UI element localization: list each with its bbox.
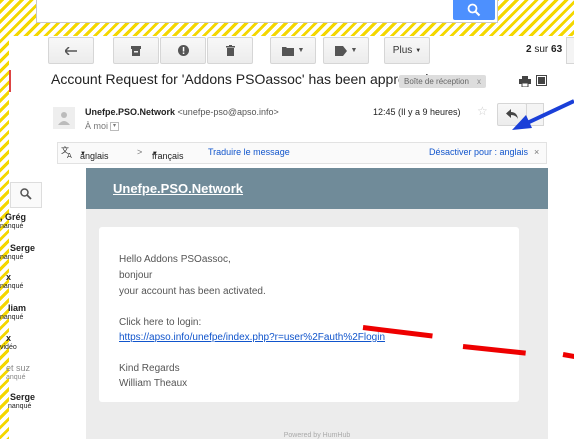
message-card: Hello Addons PSOassoc, bonjour your acco…	[99, 227, 519, 402]
back-arrow-icon	[65, 46, 77, 55]
more-reply-options-button[interactable]	[526, 103, 544, 126]
body-line: bonjour	[119, 270, 153, 281]
previous-page-button[interactable]	[566, 37, 574, 64]
annotation-red-dash	[562, 352, 574, 360]
sender-name[interactable]: Unefpe.PSO.Network	[85, 107, 175, 117]
contact-item[interactable]: x nanqué	[0, 272, 44, 291]
contact-item[interactable]: Serge nanqué	[0, 392, 44, 411]
contact-name: x	[6, 272, 12, 282]
contact-item[interactable]: Serge nanqué	[0, 243, 44, 262]
sender-avatar	[53, 107, 75, 129]
contact-item[interactable]: et suz anqué	[0, 363, 44, 382]
back-button[interactable]	[48, 37, 94, 64]
search-button[interactable]	[453, 0, 495, 20]
contact-status: nanqué	[0, 254, 24, 261]
disable-translation-link[interactable]: Désactiver pour : anglais	[429, 147, 528, 157]
contact-item[interactable]: liam nanqué	[0, 303, 44, 322]
reply-button[interactable]	[497, 103, 527, 126]
contact-status: nanqué	[0, 223, 24, 230]
recipient-line: À moi ▾	[85, 121, 120, 132]
login-link[interactable]: https://apso.info/unefpe/index.php?r=use…	[119, 332, 385, 343]
page-total: 63	[551, 44, 563, 55]
mail-header-banner: Unefpe.PSO.Network	[86, 168, 548, 209]
language-arrow: >	[137, 147, 143, 157]
contact-name: Serge	[10, 243, 36, 253]
contact-name: x	[6, 333, 12, 343]
page-separator: sur	[534, 44, 549, 55]
new-window-icon[interactable]	[536, 75, 547, 86]
chevron-down-icon: ▼	[415, 47, 422, 54]
svg-text:A: A	[67, 152, 72, 159]
contact-name: , Grég	[0, 212, 27, 222]
more-actions-button[interactable]: Plus ▼	[384, 37, 430, 64]
recipient-text: À moi	[85, 121, 109, 131]
report-spam-button[interactable]	[160, 37, 206, 64]
labels-button[interactable]: ▼	[323, 37, 369, 64]
sidebar-active-marker	[9, 70, 11, 92]
network-title-link[interactable]: Unefpe.PSO.Network	[113, 181, 243, 196]
move-to-button[interactable]: ▼	[270, 37, 316, 64]
search-icon	[467, 3, 481, 17]
contact-name: et suz	[6, 363, 31, 373]
signature-text: William Theaux	[119, 378, 188, 389]
contacts-search-button[interactable]	[10, 182, 42, 208]
inbox-label-chip[interactable]: Boîte de réception x	[399, 75, 486, 88]
contact-status: nanqué	[0, 283, 24, 290]
powered-by-footer: Powered by HumHub	[283, 432, 351, 439]
contact-item[interactable]: , Grég nanqué	[0, 212, 44, 231]
translate-icon: 文A	[61, 145, 75, 161]
sender-email: <unefpe-pso@apso.info>	[177, 107, 279, 117]
email-timestamp: 12:45 (Il y a 9 heures)	[373, 107, 461, 117]
contact-name: Serge	[10, 392, 36, 402]
regards-text: Kind Regards	[119, 363, 180, 374]
contact-status: vidéo	[0, 344, 17, 351]
translate-message-link[interactable]: Traduire le message	[208, 147, 290, 157]
trash-icon	[225, 45, 235, 56]
page-current: 2	[526, 44, 532, 55]
chevron-down-icon: ▼	[350, 47, 358, 54]
label-icon	[334, 45, 347, 56]
contact-status: nanqué	[8, 403, 32, 410]
remove-label-button[interactable]: x	[477, 77, 481, 86]
label-chip-text: Boîte de réception	[404, 77, 469, 86]
reply-icon	[506, 109, 518, 119]
folder-icon	[281, 46, 294, 56]
contact-status: nanqué	[0, 314, 24, 321]
archive-icon	[131, 45, 141, 56]
contact-status: anqué	[6, 374, 26, 381]
translate-bar: 文A anglais ▼ > français ▼ Traduire le me…	[57, 142, 547, 164]
search-icon	[20, 188, 32, 200]
spam-icon	[177, 45, 189, 56]
pagination-info: 2 sur 63	[526, 44, 562, 55]
chevron-down-icon: ▼	[152, 151, 158, 157]
print-icon[interactable]	[519, 76, 531, 87]
email-subject: Account Request for 'Addons PSOassoc' ha…	[51, 71, 433, 87]
recipient-details-toggle[interactable]: ▾	[110, 122, 120, 132]
person-icon	[58, 112, 70, 125]
contact-item[interactable]: x vidéo	[0, 333, 44, 352]
close-translate-bar[interactable]: ×	[534, 147, 539, 157]
sender-line: Unefpe.PSO.Network <unefpe-pso@apso.info…	[85, 107, 279, 117]
chevron-down-icon: ▼	[297, 47, 305, 54]
more-actions-label: Plus	[392, 45, 413, 56]
email-body: Unefpe.PSO.Network Hello Addons PSOassoc…	[86, 168, 548, 439]
search-input[interactable]	[36, 0, 498, 23]
contact-name: liam	[8, 303, 27, 313]
greeting-text: Hello Addons PSOassoc,	[119, 254, 231, 265]
login-prompt: Click here to login:	[119, 317, 202, 328]
body-line: your account has been activated.	[119, 286, 266, 297]
delete-button[interactable]	[207, 37, 253, 64]
archive-button[interactable]	[113, 37, 159, 64]
chevron-down-icon: ▼	[80, 151, 86, 157]
star-icon[interactable]: ☆	[477, 104, 488, 118]
